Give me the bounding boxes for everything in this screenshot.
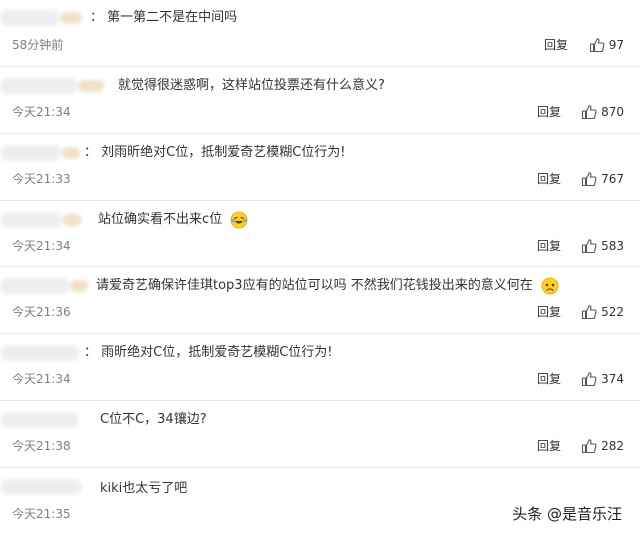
like-count: 767 [601,172,624,186]
comment-text: ： 刘雨昕绝对C位，抵制爱奇艺模糊C位行为! [84,145,346,160]
username-blurred[interactable] [0,477,84,497]
like-button[interactable]: 374 [581,370,624,388]
reply-button[interactable]: 回复 [537,170,561,188]
comment-text: C位不C，34镶边? [100,412,207,427]
like-button[interactable]: 97 [589,36,624,54]
reply-button[interactable]: 回复 [537,103,561,121]
thumbs-up-icon [581,238,597,254]
thumbs-up-icon [589,37,605,53]
comment-time: 今天21:36 [12,305,71,319]
thumbs-up-icon [581,438,597,454]
comment-time: 今天21:33 [12,172,71,186]
comment-time: 今天21:34 [12,105,71,119]
username-blurred[interactable] [0,343,82,363]
comment-item: C位不C，34镶边? 今天21:38 回复 282 [0,400,640,468]
comment-time: 今天21:34 [12,239,71,253]
like-button[interactable]: 870 [581,103,624,121]
thumbs-up-icon [581,304,597,320]
username-blurred[interactable] [0,210,86,230]
username-blurred[interactable] [0,143,84,163]
username-blurred[interactable] [0,276,92,296]
comment-text: 就觉得很迷惑啊，这样站位投票还有什么意义? [118,78,385,93]
like-button[interactable]: 583 [581,237,624,255]
like-count: 374 [601,372,624,386]
like-count: 522 [601,305,624,319]
reply-button[interactable]: 回复 [544,36,568,54]
like-button[interactable]: 767 [581,170,624,188]
laughing-tears-emoji-icon [230,211,248,229]
comment-text: ： 雨昕绝对C位，抵制爱奇艺模糊C位行为! [84,345,333,360]
thumbs-up-icon [581,171,597,187]
like-count: 282 [601,439,624,453]
reply-button[interactable]: 回复 [537,237,561,255]
comment-item: ： 第一第二不是在中间吗 58分钟前 回复 97 [0,0,640,67]
like-count: 97 [608,38,624,52]
comment-text: 请爱奇艺确保许佳琪top3应有的站位可以吗 不然我们花钱投出来的意义何在 [96,276,559,296]
watermark: 头条 @是音乐汪 [512,505,622,523]
comment-text-content: 站位确实看不出来c位 [98,212,223,227]
username-blurred[interactable] [0,8,92,28]
comment-item: 站位确实看不出来c位 今天21:34 回复 583 [0,200,640,267]
comment-text: kiki也太亏了吧 [100,481,188,496]
reply-button[interactable]: 回复 [537,303,561,321]
like-button[interactable]: 282 [581,437,624,455]
comment-time: 今天21:34 [12,372,71,386]
comment-text-content: 请爱奇艺确保许佳琪top3应有的站位可以吗 不然我们花钱投出来的意义何在 [96,278,533,293]
comment-time: 58分钟前 [12,38,64,52]
comment-time: 今天21:35 [12,507,71,521]
thumbs-up-icon [581,371,597,387]
comment-text: ： 第一第二不是在中间吗 [90,10,238,25]
comment-item: 就觉得很迷惑啊，这样站位投票还有什么意义? 今天21:34 回复 870 [0,66,640,134]
reply-button[interactable]: 回复 [537,437,561,455]
comment-item: ： 雨昕绝对C位，抵制爱奇艺模糊C位行为! 今天21:34 回复 374 [0,333,640,401]
thumbs-up-icon [581,104,597,120]
comment-time: 今天21:38 [12,439,71,453]
username-blurred[interactable] [0,76,110,96]
comment-item: ： 刘雨昕绝对C位，抵制爱奇艺模糊C位行为! 今天21:33 回复 767 [0,133,640,201]
sad-emoji-icon [541,277,559,295]
comment-item: 请爱奇艺确保许佳琪top3应有的站位可以吗 不然我们花钱投出来的意义何在 今天2… [0,266,640,334]
username-blurred[interactable] [0,410,80,430]
like-count: 870 [601,105,624,119]
like-count: 583 [601,239,624,253]
reply-button[interactable]: 回复 [537,370,561,388]
comment-text: 站位确实看不出来c位 [98,210,248,230]
like-button[interactable]: 522 [581,303,624,321]
